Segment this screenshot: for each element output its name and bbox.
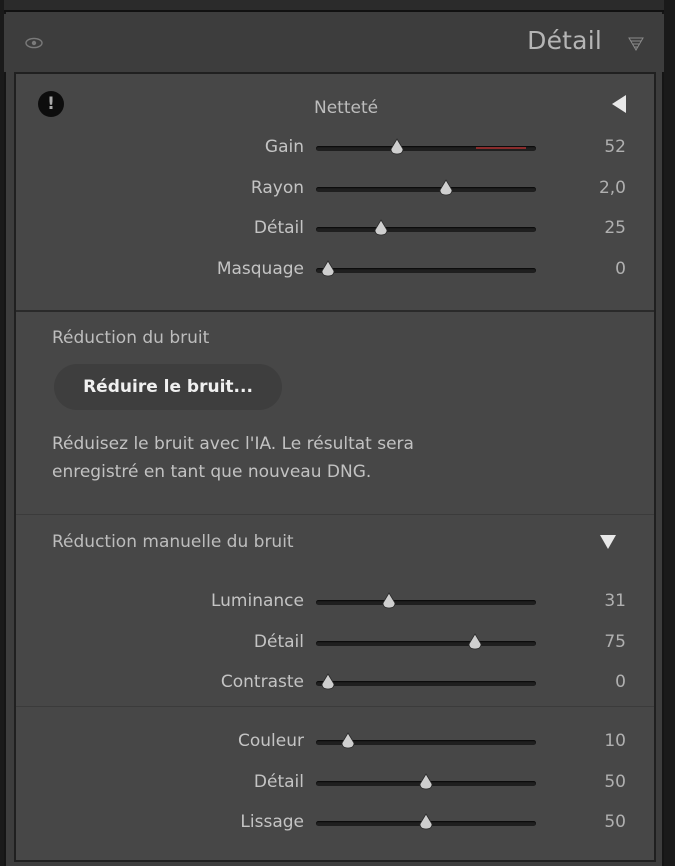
slider-label: Détail bbox=[253, 771, 304, 792]
slider-thumb[interactable] bbox=[320, 673, 336, 691]
panel-title: Détail bbox=[527, 26, 602, 55]
slider-track[interactable] bbox=[316, 732, 536, 749]
sharpening-title: Netteté bbox=[314, 98, 379, 118]
slider-value[interactable]: 50 bbox=[604, 772, 626, 792]
reduce-noise-button[interactable]: Réduire le bruit... bbox=[54, 364, 282, 410]
slider-row: Masquage 0 bbox=[16, 256, 654, 286]
slider-label: Couleur bbox=[238, 731, 304, 751]
slider-value[interactable]: 50 bbox=[604, 812, 626, 832]
slider-row: Gain 52 bbox=[16, 134, 654, 164]
slider-row: Détail 50 bbox=[16, 769, 654, 799]
slider-label: Rayon bbox=[250, 177, 304, 198]
triangle-left-icon[interactable] bbox=[612, 95, 626, 113]
slider-thumb[interactable] bbox=[418, 772, 434, 791]
exclamation-icon[interactable] bbox=[38, 91, 64, 117]
noise-reduction-title: Réduction du bruit bbox=[52, 328, 210, 348]
slider-label: Détail bbox=[253, 218, 304, 238]
slider-row: Couleur 10 bbox=[16, 728, 654, 758]
slider-thumb[interactable] bbox=[418, 813, 434, 831]
slider-label: Détail bbox=[253, 631, 304, 652]
section-divider bbox=[16, 310, 654, 312]
slider-track[interactable] bbox=[316, 632, 536, 649]
slider-value[interactable]: 0 bbox=[615, 672, 626, 692]
slider-track[interactable] bbox=[316, 178, 536, 195]
slider-row: Contraste 0 bbox=[16, 669, 654, 699]
slider-value[interactable]: 0 bbox=[615, 259, 626, 279]
slider-track[interactable] bbox=[316, 138, 536, 155]
slider-thumb[interactable] bbox=[320, 259, 336, 278]
slider-value[interactable]: 2,0 bbox=[599, 178, 626, 198]
subsection-divider bbox=[16, 706, 654, 707]
slider-track[interactable] bbox=[316, 592, 536, 609]
slider-row: Luminance 31 bbox=[16, 588, 654, 618]
slider-thumb[interactable] bbox=[389, 138, 405, 156]
filter-triangle-icon[interactable] bbox=[628, 36, 644, 52]
noise-description-line-2: enregistré en tant que nouveau DNG. bbox=[52, 462, 372, 482]
slider-thumb[interactable] bbox=[438, 178, 454, 197]
slider-row: Détail 75 bbox=[16, 629, 654, 659]
slider-thumb[interactable] bbox=[381, 592, 397, 610]
top-strip bbox=[4, 0, 664, 12]
detail-panel-body: Netteté Gain52Rayon2,0Détail25Masquage0 … bbox=[14, 72, 656, 862]
slider-label: Lissage bbox=[240, 812, 304, 832]
slider-value[interactable]: 31 bbox=[604, 591, 626, 611]
slider-row: Rayon 2,0 bbox=[16, 175, 654, 205]
slider-thumb[interactable] bbox=[373, 219, 389, 237]
slider-value[interactable]: 52 bbox=[604, 137, 626, 157]
slider-thumb[interactable] bbox=[340, 732, 356, 750]
slider-track[interactable] bbox=[316, 772, 536, 789]
slider-value[interactable]: 10 bbox=[604, 731, 626, 751]
slider-label: Gain bbox=[264, 137, 304, 157]
slider-track[interactable] bbox=[316, 813, 536, 830]
slider-value[interactable]: 25 bbox=[604, 218, 626, 238]
noise-description: Réduisez le bruit avec l'IA. Le résultat… bbox=[52, 430, 612, 486]
slider-label: Luminance bbox=[210, 591, 304, 611]
slider-track[interactable] bbox=[316, 673, 536, 690]
manual-noise-title: Réduction manuelle du bruit bbox=[52, 532, 294, 552]
slider-row: Détail 25 bbox=[16, 215, 654, 245]
noise-description-line-1: Réduisez le bruit avec l'IA. Le résultat… bbox=[52, 434, 414, 454]
slider-thumb[interactable] bbox=[467, 632, 483, 651]
slider-track[interactable] bbox=[316, 259, 536, 276]
slider-label: Contraste bbox=[220, 672, 304, 692]
slider-value[interactable]: 75 bbox=[604, 632, 626, 652]
eye-icon[interactable] bbox=[24, 36, 44, 50]
slider-clipping-indicator bbox=[476, 147, 526, 149]
triangle-down-icon[interactable] bbox=[600, 535, 616, 549]
subsection-divider bbox=[16, 514, 654, 515]
slider-label: Masquage bbox=[216, 258, 304, 279]
slider-row: Lissage 50 bbox=[16, 809, 654, 839]
panel-header[interactable]: Détail bbox=[4, 14, 664, 72]
slider-track[interactable] bbox=[316, 219, 536, 236]
